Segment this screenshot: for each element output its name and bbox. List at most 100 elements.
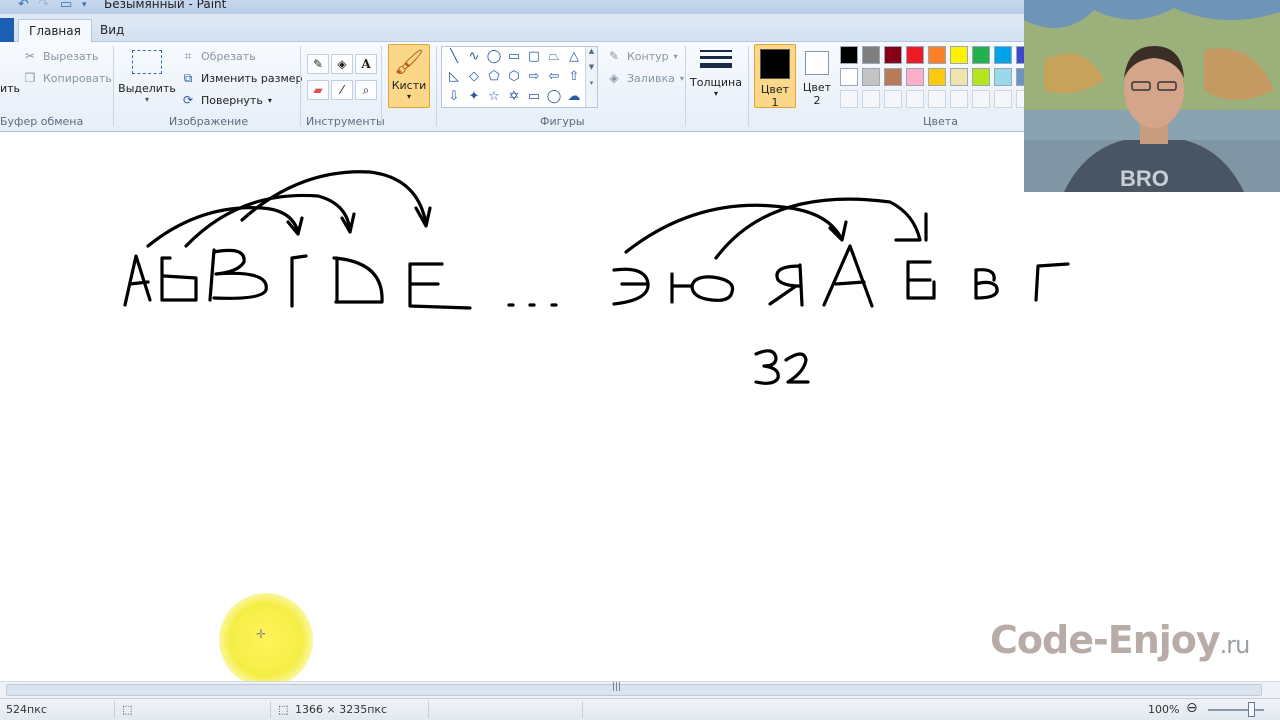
- hexagon-shape-icon[interactable]: ⬡: [504, 67, 524, 87]
- copy-label: Копировать: [43, 71, 112, 85]
- fill-bucket-icon[interactable]: ◈: [331, 54, 353, 74]
- color-picker-icon[interactable]: ⁄: [331, 80, 353, 100]
- copy-icon: ❐: [24, 71, 36, 85]
- palette-swatch[interactable]: [972, 46, 990, 64]
- triangle-shape-icon[interactable]: △: [564, 47, 584, 67]
- cursor-crosshair-icon: ✛: [256, 627, 267, 641]
- colors-group-label: Цвета: [923, 115, 958, 128]
- left-arrow-shape-icon[interactable]: ⇦: [544, 67, 564, 87]
- shapes-scrollbar[interactable]: ▲ ▼ ▾: [585, 47, 597, 107]
- palette-empty-swatch[interactable]: [884, 90, 902, 108]
- palette-empty-swatch[interactable]: [862, 90, 880, 108]
- zoom-out-icon[interactable]: ⊖: [1186, 700, 1198, 716]
- palette-swatch[interactable]: [906, 46, 924, 64]
- brushes-button[interactable]: 🖌 Кисти ▾: [388, 44, 430, 108]
- size-button[interactable]: Толщина ▾: [690, 46, 742, 98]
- horizontal-scrollbar[interactable]: |||: [0, 681, 1280, 698]
- six-point-star-icon[interactable]: ✡: [504, 87, 524, 107]
- diamond-shape-icon[interactable]: ◇: [464, 67, 484, 87]
- rotate-icon: ⟳: [182, 93, 194, 107]
- down-arrow-shape-icon[interactable]: ⇩: [444, 87, 464, 107]
- palette-swatch[interactable]: [840, 46, 858, 64]
- palette-swatch[interactable]: [994, 46, 1012, 64]
- chevron-down-icon: ▾: [713, 89, 718, 98]
- rotate-label: Повернуть: [201, 93, 263, 107]
- rectangle-shape-icon[interactable]: ▭: [504, 47, 524, 67]
- palette-swatch[interactable]: [994, 68, 1012, 86]
- line-shape-icon[interactable]: ╲: [444, 47, 464, 67]
- palette-empty-swatch[interactable]: [950, 90, 968, 108]
- status-bar: 524пкс ⬚ ⬚ 1366 × 3235пкс 100% ⊖: [0, 698, 1280, 720]
- copy-button[interactable]: ❐ Копировать: [22, 70, 112, 86]
- zoom-slider-thumb[interactable]: [1248, 702, 1255, 717]
- color2-swatch: [805, 51, 829, 75]
- curve-shape-icon[interactable]: ∿: [464, 47, 484, 67]
- palette-swatch[interactable]: [862, 68, 880, 86]
- rotate-button[interactable]: ⟳ Повернуть ▾: [180, 92, 272, 108]
- divider: [270, 701, 271, 718]
- redo-icon[interactable]: ↷: [38, 0, 49, 12]
- eraser-icon[interactable]: ▰: [307, 80, 329, 100]
- image-size-icon: ⬚: [278, 703, 289, 716]
- new-file-icon[interactable]: ▭: [60, 0, 72, 12]
- fill-button[interactable]: ◈ Заливка ▾: [606, 70, 683, 86]
- pentagon-shape-icon[interactable]: ⬠: [484, 67, 504, 87]
- palette-swatch[interactable]: [928, 68, 946, 86]
- drawing-canvas[interactable]: 32 ✛: [0, 133, 1280, 687]
- callout-rect-icon[interactable]: ▭: [524, 87, 544, 107]
- palette-empty-swatch[interactable]: [972, 90, 990, 108]
- zoom-slider-track[interactable]: [1208, 709, 1264, 711]
- paste-button[interactable]: ить: [0, 82, 20, 95]
- callout-cloud-icon[interactable]: ☁: [564, 87, 584, 107]
- rounded-rect-shape-icon[interactable]: ▢: [524, 47, 544, 67]
- palette-swatch[interactable]: [862, 46, 880, 64]
- palette-swatch[interactable]: [884, 68, 902, 86]
- presenter-video: BRO: [1024, 0, 1280, 192]
- tab-view[interactable]: Вид: [90, 19, 134, 43]
- four-point-star-icon[interactable]: ✦: [464, 87, 484, 107]
- up-arrow-shape-icon[interactable]: ⇧: [564, 67, 584, 87]
- palette-swatch[interactable]: [840, 68, 858, 86]
- right-triangle-shape-icon[interactable]: ◺: [444, 67, 464, 87]
- palette-empty-swatch[interactable]: [928, 90, 946, 108]
- oval-shape-icon[interactable]: ◯: [484, 47, 504, 67]
- palette-empty-swatch[interactable]: [994, 90, 1012, 108]
- right-arrow-shape-icon[interactable]: ⇨: [524, 67, 544, 87]
- magnifier-icon[interactable]: ⌕: [355, 80, 377, 100]
- palette-empty-swatch[interactable]: [906, 90, 924, 108]
- divider: [582, 701, 583, 718]
- number-32-strokes: [754, 349, 810, 385]
- color2-button[interactable]: Цвет 2: [800, 44, 834, 108]
- palette-swatch[interactable]: [906, 68, 924, 86]
- crop-button[interactable]: ⌗ Обрезать: [180, 48, 256, 64]
- pencil-icon[interactable]: ✎: [307, 54, 329, 74]
- palette-swatch[interactable]: [884, 46, 902, 64]
- palette-empty-swatch[interactable]: [840, 90, 858, 108]
- cursor-position: 524пкс: [6, 703, 47, 716]
- palette-swatch[interactable]: [972, 68, 990, 86]
- customize-dropdown-icon[interactable]: ▾: [82, 0, 87, 10]
- five-point-star-icon[interactable]: ☆: [484, 87, 504, 107]
- palette-swatch[interactable]: [950, 68, 968, 86]
- divider: [436, 46, 437, 126]
- file-menu-button[interactable]: [0, 18, 14, 42]
- arrows-right: [624, 197, 928, 260]
- divider: [381, 46, 382, 126]
- polygon-shape-icon[interactable]: ⏢: [544, 47, 564, 67]
- color1-number: 1: [771, 96, 779, 109]
- text-tool-icon[interactable]: A: [355, 54, 377, 74]
- tab-home[interactable]: Главная: [18, 19, 92, 43]
- color1-button[interactable]: Цвет 1: [754, 44, 796, 109]
- scroll-thumb[interactable]: [6, 684, 1262, 696]
- crop-icon: ⌗: [184, 49, 192, 63]
- cut-button[interactable]: ✂ Вырезать: [22, 48, 99, 64]
- undo-icon[interactable]: ↶: [18, 0, 29, 12]
- outline-button[interactable]: ✎ Контур ▾: [606, 48, 678, 64]
- palette-swatch[interactable]: [928, 46, 946, 64]
- palette-swatch[interactable]: [950, 46, 968, 64]
- select-button[interactable]: Выделить ▾: [118, 50, 176, 104]
- webcam-overlay: BRO: [1024, 0, 1280, 192]
- chevron-down-icon: ▾: [673, 51, 678, 61]
- resize-button[interactable]: ⧉ Изменить размер: [180, 70, 303, 86]
- callout-oval-icon[interactable]: ◯: [544, 87, 564, 107]
